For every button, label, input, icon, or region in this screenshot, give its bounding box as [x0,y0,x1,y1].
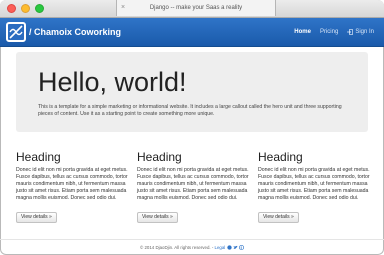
feature-column: Heading Donec id elit non mi porta gravi… [258,150,370,223]
column-heading: Heading [16,150,61,164]
twitter-icon[interactable] [233,245,238,250]
browser-window: × Django -- make your Saas a reality / C… [0,0,384,255]
view-details-button[interactable]: View details » [258,212,299,223]
nav-item-home[interactable]: Home [294,29,311,35]
legal-link[interactable]: Legal [215,245,226,250]
site-footer: © 2014 DjaoDjin. All rights reserved. - … [0,239,384,255]
column-heading: Heading [258,150,303,164]
footer-copyright: © 2014 DjaoDjin. All rights reserved. - [140,245,214,250]
nav-item-sign-in[interactable]: Sign In [347,29,374,35]
title-bar: × Django -- make your Saas a reality [0,0,384,18]
nav-item-label: Home [294,29,311,35]
github-icon[interactable] [226,245,232,251]
site-navbar: / Chamoix Coworking Home Pricing Sign In [0,18,384,47]
hero-text: This is a template for a simple marketin… [38,104,342,117]
site-brand[interactable]: / Chamoix Coworking [29,18,121,46]
view-details-button[interactable]: View details » [16,212,57,223]
feature-column: Heading Donec id elit non mi porta gravi… [137,150,249,223]
nav-item-label: Pricing [319,29,339,35]
chamoix-logo-icon[interactable] [6,22,26,42]
view-details-button[interactable]: View details » [137,212,178,223]
pinterest-icon[interactable] [238,245,244,251]
sign-in-icon [347,29,354,35]
nav-item-pricing[interactable]: Pricing [320,29,338,35]
window-maximize-button[interactable] [35,4,44,13]
tab-title: Django -- make your Saas a reality [149,5,243,11]
browser-tab[interactable]: × Django -- make your Saas a reality [116,0,276,16]
feature-column: Heading Donec id elit non mi porta gravi… [16,150,128,223]
window-minimize-button[interactable] [21,4,30,13]
tab-close-icon[interactable]: × [121,0,125,16]
window-close-button[interactable] [7,4,16,13]
main-nav: Home Pricing Sign In [294,18,374,46]
column-text: Donec id elit non mi porta gravida at eg… [16,167,128,201]
nav-item-label: Sign In [355,29,374,35]
column-heading: Heading [137,150,182,164]
column-text: Donec id elit non mi porta gravida at eg… [137,167,249,201]
column-text: Donec id elit non mi porta gravida at eg… [258,167,370,201]
hero-title: Hello, world! [38,67,187,97]
hero-unit: Hello, world! This is a template for a s… [16,52,368,132]
